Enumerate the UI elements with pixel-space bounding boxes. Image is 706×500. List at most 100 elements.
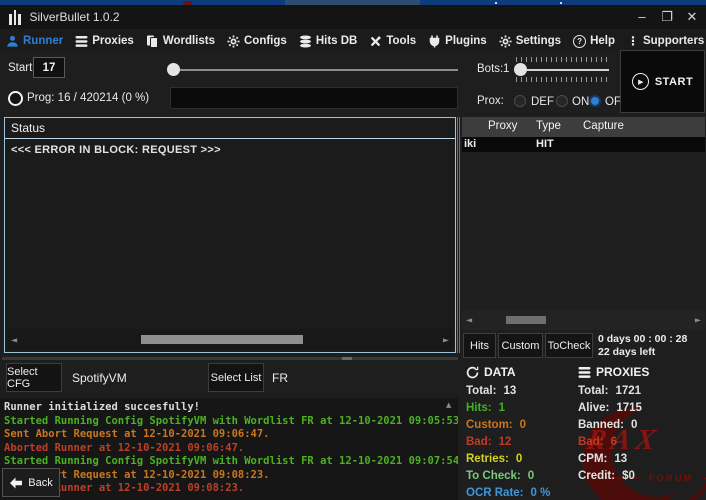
menu-item-configs[interactable]: Configs xyxy=(227,35,287,48)
results-vertical-scrollbar[interactable] xyxy=(457,117,460,353)
stat-row: Retries:0 xyxy=(466,453,550,470)
cell-type: HIT xyxy=(536,138,554,150)
column-header-proxy[interactable]: Proxy xyxy=(488,120,517,132)
menu-item-wordlists[interactable]: Wordlists xyxy=(146,35,215,48)
bots-slider[interactable] xyxy=(514,57,611,82)
bots-slider-ticks xyxy=(516,77,609,82)
runner-log: Runner initialized succesfully! Started … xyxy=(0,398,458,500)
column-header-type[interactable]: Type xyxy=(536,120,561,132)
table-row[interactable]: iki HIT xyxy=(462,137,705,152)
start-label: Start: xyxy=(8,62,35,74)
supporters-dots-icon: ⋮ xyxy=(627,36,639,46)
scroll-right-icon[interactable]: ► xyxy=(695,316,701,325)
hits-db-database-icon xyxy=(299,35,312,48)
configs-gear-icon xyxy=(227,35,240,48)
log-line: Runner initialized succesfully! xyxy=(4,401,454,415)
back-arrow-icon xyxy=(9,477,23,489)
tab-hits[interactable]: Hits xyxy=(463,333,496,358)
menu-item-help[interactable]: ? Help xyxy=(573,35,615,48)
menu-item-supporters[interactable]: ⋮ Supporters xyxy=(627,35,704,47)
bots-label: Bots: xyxy=(477,63,503,75)
prox-label: Prox: xyxy=(477,95,504,107)
titlebar: SilverBullet 1.0.2 – ❐ ✕ xyxy=(0,5,706,29)
scrollbar-thumb[interactable] xyxy=(506,316,546,324)
prox-def-radio[interactable] xyxy=(514,95,526,107)
stat-row: Bad:12 xyxy=(466,436,550,453)
data-stats-column: Total:13 Hits:1 Custom:0 Bad:12 Retries:… xyxy=(466,385,550,500)
stats-section: RAX ———— FORUM ———— DATA PROXIES Total:1… xyxy=(462,360,706,500)
close-button[interactable]: ✕ xyxy=(684,7,700,27)
menu-item-proxies[interactable]: Proxies xyxy=(75,35,134,48)
prox-off-radio[interactable] xyxy=(589,95,601,107)
select-list-button[interactable]: Select List xyxy=(208,363,264,392)
tools-wrench-icon xyxy=(369,35,382,48)
results-panel: Proxy Type Capture iki HIT ◄ ► Hits Cust… xyxy=(462,117,705,358)
wordlists-pages-icon xyxy=(146,35,159,48)
tab-tocheck[interactable]: ToCheck xyxy=(545,333,593,358)
bots-value: 1 xyxy=(503,63,509,75)
log-scroll-up-icon[interactable]: ▲ xyxy=(446,401,451,409)
column-header-capture[interactable]: Capture xyxy=(583,120,624,132)
stat-row: CPM:13 xyxy=(578,453,642,470)
prox-on-radio[interactable] xyxy=(556,95,568,107)
progress-bar xyxy=(170,87,458,109)
status-panel: Status <<< ERROR IN BLOCK: REQUEST >>> ◄… xyxy=(4,117,456,353)
tab-custom[interactable]: Custom xyxy=(498,333,543,358)
start-button[interactable]: ▶ START xyxy=(620,50,705,113)
bots-slider-track xyxy=(516,69,609,71)
stat-row: OCR Rate:0 % xyxy=(466,487,550,500)
scroll-left-icon[interactable]: ◄ xyxy=(466,316,472,325)
menu-item-tools[interactable]: Tools xyxy=(369,35,416,48)
progress-label: Prog: 16 / 420214 (0 %) xyxy=(27,92,149,104)
prox-def-label: DEF xyxy=(531,96,554,108)
scroll-left-icon[interactable]: ◄ xyxy=(11,335,17,344)
selected-config-value: SpotifyVM xyxy=(72,371,127,385)
proxies-stats-header: PROXIES xyxy=(578,365,649,379)
log-line: Aborted Runner at 12-10-2021 09:06:47. xyxy=(4,442,454,456)
proxies-stack-icon xyxy=(75,35,88,48)
status-panel-title: Status xyxy=(11,121,45,135)
menu-item-plugins[interactable]: Plugins xyxy=(428,35,487,48)
plugins-plug-icon xyxy=(428,35,441,48)
stat-row: Banned:0 xyxy=(578,419,642,436)
bots-slider-ticks xyxy=(516,57,609,62)
days-left: 22 days left xyxy=(598,346,687,359)
log-line: Started Running Config SpotifyVM with Wo… xyxy=(4,455,454,469)
log-line: Sent Abort Request at 12-10-2021 09:06:4… xyxy=(4,428,454,442)
stat-row: To Check:0 xyxy=(466,470,550,487)
start-slider-thumb[interactable] xyxy=(167,63,180,76)
start-input[interactable] xyxy=(33,57,65,78)
maximize-button[interactable]: ❐ xyxy=(659,7,675,27)
runner-person-icon xyxy=(6,35,19,48)
results-horizontal-scrollbar[interactable]: ◄ ► xyxy=(462,310,705,330)
hits-tab-bar: Hits Custom ToCheck 0 days 00 : 00 : 28 … xyxy=(462,333,705,358)
runner-controls: Start: Prog: 16 / 420214 (0 %) Bots: 1 P… xyxy=(0,52,706,116)
progress-radio[interactable] xyxy=(8,91,23,106)
stat-row: Bad:6 xyxy=(578,436,642,453)
status-divider xyxy=(5,138,455,139)
app-logo-icon xyxy=(9,9,21,25)
menu-item-runner[interactable]: Runner xyxy=(6,35,63,48)
play-icon: ▶ xyxy=(632,73,649,90)
status-horizontal-scrollbar[interactable]: ◄ ► xyxy=(7,329,453,350)
select-cfg-button[interactable]: Select CFG xyxy=(6,363,62,392)
window-controls: – ❐ ✕ xyxy=(634,7,706,27)
menubar: Runner Proxies Wordlists Configs Hits DB… xyxy=(0,29,706,53)
start-slider[interactable] xyxy=(172,69,458,71)
selected-wordlist-value: FR xyxy=(272,371,288,385)
menu-item-hits-db[interactable]: Hits DB xyxy=(299,35,358,48)
prox-on-label: ON xyxy=(572,96,589,108)
cell-data: iki xyxy=(464,138,476,150)
elapsed-time: 0 days 00 : 00 : 28 xyxy=(598,333,687,346)
scroll-right-icon[interactable]: ► xyxy=(443,335,449,344)
back-button[interactable]: Back xyxy=(2,468,60,497)
bots-slider-thumb[interactable] xyxy=(514,63,527,76)
proxies-stack-icon xyxy=(578,366,591,379)
menu-item-settings[interactable]: Settings xyxy=(499,35,561,48)
log-line: Started Running Config SpotifyVM with Wo… xyxy=(4,415,454,429)
scrollbar-thumb[interactable] xyxy=(141,335,303,344)
minimize-button[interactable]: – xyxy=(634,7,650,27)
stat-row: Total:13 xyxy=(466,385,550,402)
settings-gear-icon xyxy=(499,35,512,48)
stat-row: Credit:$0 xyxy=(578,470,642,487)
